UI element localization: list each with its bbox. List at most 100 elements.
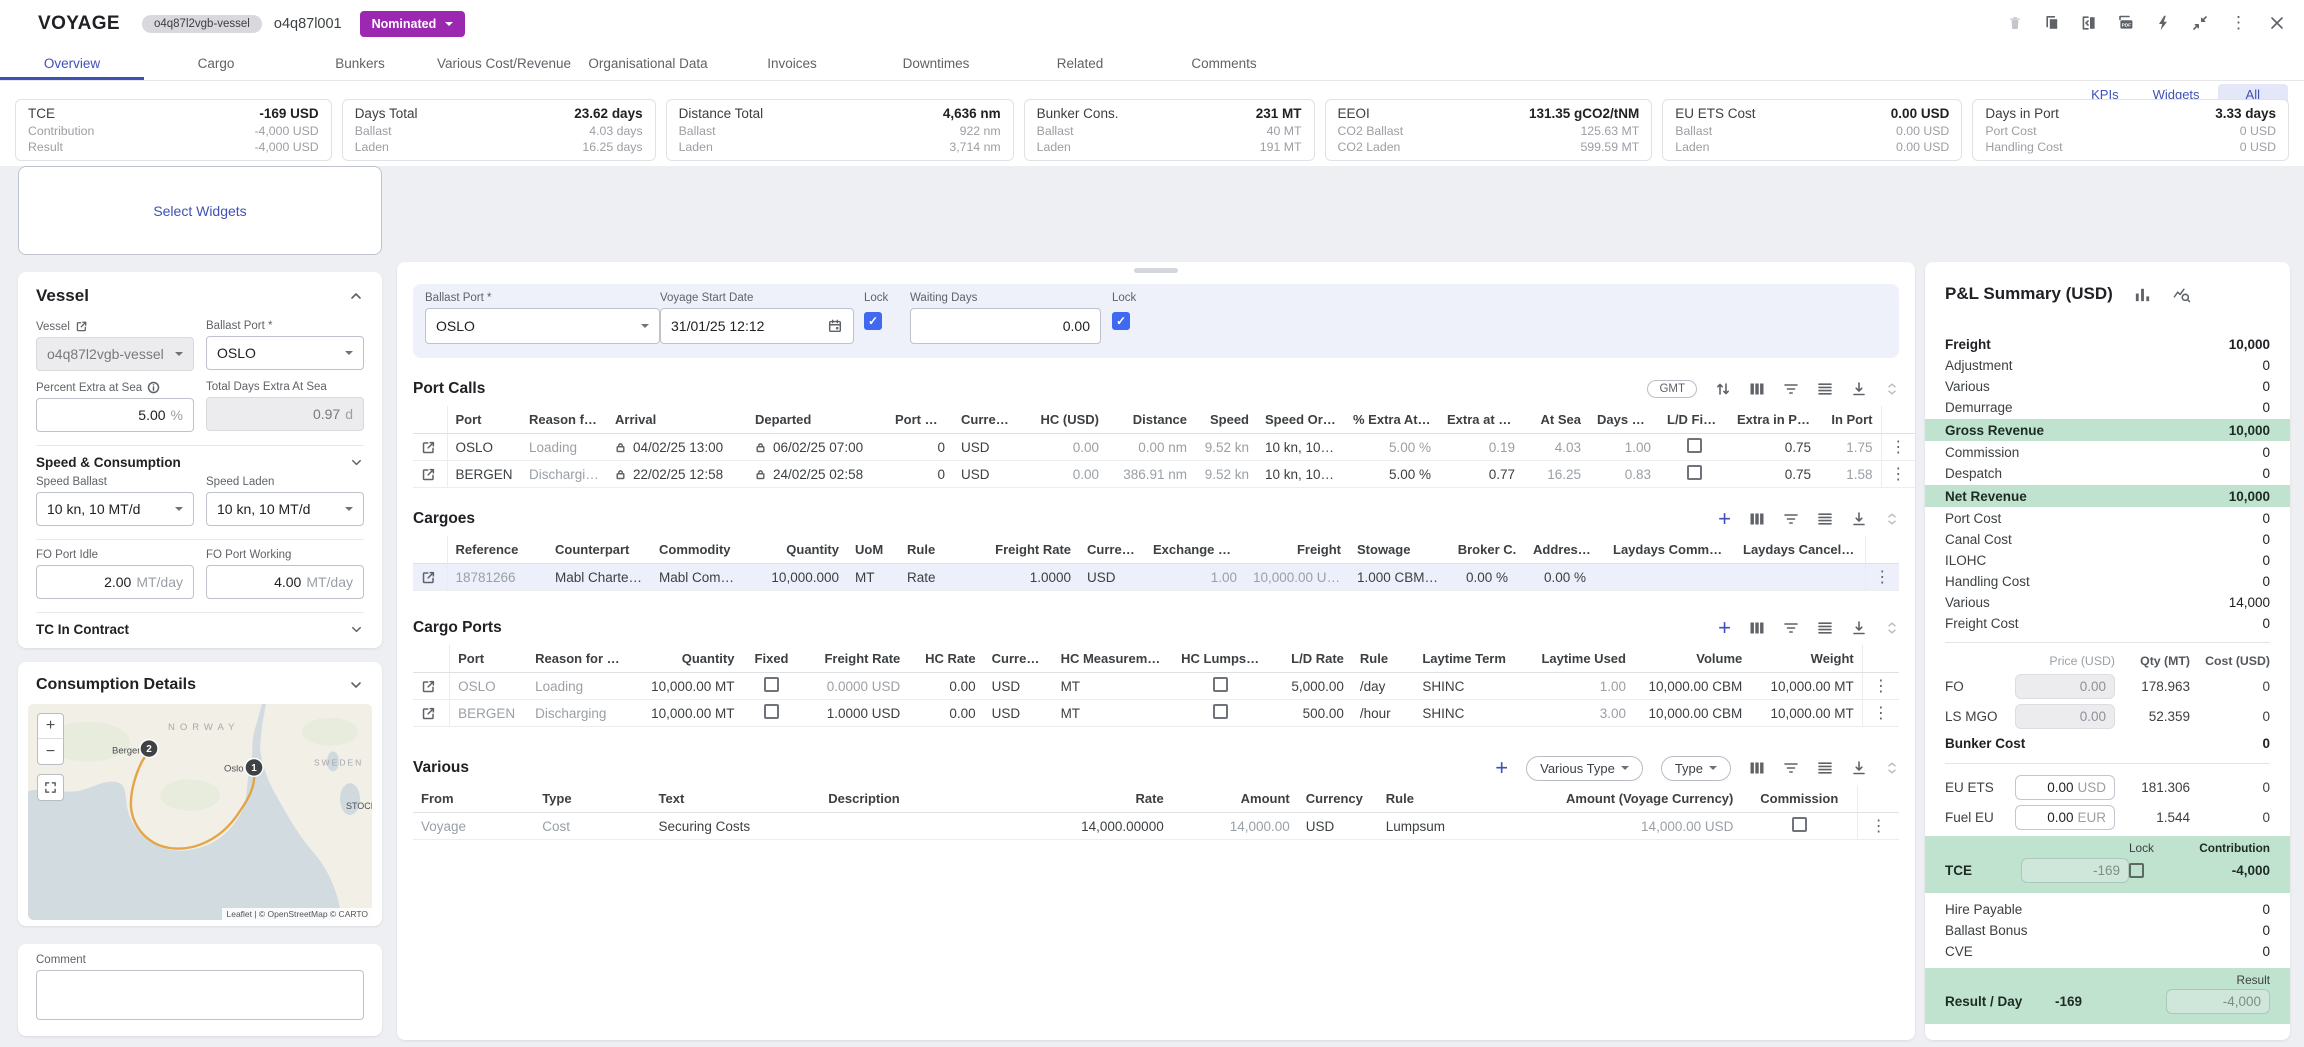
- row-menu-icon[interactable]: ⋮: [1881, 461, 1915, 488]
- speed-ballast-select[interactable]: 10 kn, 10 MT/d: [36, 492, 194, 526]
- row-menu-icon[interactable]: ⋮: [1865, 564, 1899, 591]
- columns-icon[interactable]: [1749, 620, 1765, 636]
- filter-icon[interactable]: [1783, 381, 1799, 397]
- lock-checkbox[interactable]: [1112, 312, 1130, 330]
- sort-icon[interactable]: [1715, 381, 1731, 397]
- calendar-icon[interactable]: [827, 318, 843, 334]
- tab-comments[interactable]: Comments: [1152, 48, 1296, 80]
- density-icon[interactable]: [1817, 620, 1833, 636]
- compare-icon[interactable]: [2080, 14, 2098, 32]
- expand-icon[interactable]: [1885, 382, 1899, 396]
- edit-icon[interactable]: [413, 434, 447, 461]
- tab-overview[interactable]: Overview: [0, 48, 144, 80]
- edit-icon[interactable]: [413, 700, 450, 727]
- density-icon[interactable]: [1817, 511, 1833, 527]
- pdf-icon[interactable]: PDF: [2117, 14, 2135, 32]
- comment-input[interactable]: [36, 970, 364, 1020]
- filter-icon[interactable]: [1783, 760, 1799, 776]
- delete-icon[interactable]: [2006, 14, 2024, 32]
- tce-input[interactable]: -169: [2021, 858, 2129, 883]
- expand-icon[interactable]: [1885, 512, 1899, 526]
- filter-icon[interactable]: [1783, 620, 1799, 636]
- row-menu-icon[interactable]: ⋮: [1862, 700, 1899, 727]
- ballast-port-select[interactable]: OSLO: [206, 336, 364, 370]
- status-dropdown-button[interactable]: Nominated: [360, 11, 466, 37]
- row-menu-icon[interactable]: ⋮: [1862, 673, 1899, 700]
- add-various-button[interactable]: +: [1495, 760, 1508, 776]
- columns-icon[interactable]: [1749, 381, 1765, 397]
- chevron-down-icon[interactable]: [348, 677, 364, 693]
- chevron-down-icon[interactable]: [349, 622, 364, 637]
- download-icon[interactable]: [1851, 620, 1867, 636]
- tce-lock-checkbox[interactable]: [2129, 863, 2144, 878]
- table-row[interactable]: 18781266Mabl Charterer...Mabl Commod...1…: [413, 564, 1899, 591]
- tab-related[interactable]: Related: [1008, 48, 1152, 80]
- download-icon[interactable]: [1851, 511, 1867, 527]
- checkbox[interactable]: [1687, 465, 1702, 480]
- edit-icon[interactable]: [413, 461, 447, 488]
- tab-invoices[interactable]: Invoices: [720, 48, 864, 80]
- table-row[interactable]: OSLOLoading10,000.00 MT0.0000 USD0.00USD…: [413, 673, 1899, 700]
- tab-cargo[interactable]: Cargo: [144, 48, 288, 80]
- fo-price-input[interactable]: 0.00: [2015, 674, 2115, 699]
- add-cargo-port-button[interactable]: +: [1718, 620, 1731, 636]
- checkbox[interactable]: [1687, 438, 1702, 453]
- checkbox[interactable]: [764, 704, 779, 719]
- ls-mgo-price-input[interactable]: 0.00: [2015, 704, 2115, 729]
- row-menu-icon[interactable]: ⋮: [1881, 434, 1915, 461]
- trend-search-icon[interactable]: [2172, 285, 2191, 304]
- table-row[interactable]: BERGENDischarging10,000.00 MT1.0000 USD0…: [413, 700, 1899, 727]
- download-icon[interactable]: [1851, 381, 1867, 397]
- chevron-down-icon[interactable]: [349, 455, 364, 470]
- map[interactable]: NORWAY SWEDEN Bergen Oslo STOCKH 2 1 + −…: [28, 704, 372, 920]
- eu-ets-price-input[interactable]: 0.00 USD: [2015, 775, 2115, 800]
- density-icon[interactable]: [1817, 760, 1833, 776]
- close-icon[interactable]: [2268, 14, 2286, 32]
- map-zoom-out-button[interactable]: −: [38, 739, 63, 764]
- expand-icon[interactable]: [1885, 761, 1899, 775]
- drag-handle[interactable]: [1134, 268, 1178, 273]
- timezone-badge[interactable]: GMT: [1647, 380, 1697, 398]
- open-in-new-icon[interactable]: [75, 320, 88, 333]
- row-menu-icon[interactable]: ⋮: [1858, 813, 1899, 840]
- form-ballast-port-select[interactable]: OSLO: [425, 308, 660, 344]
- bar-chart-icon[interactable]: [2133, 285, 2152, 304]
- table-row[interactable]: BERGENDischarging22/02/25 12:5824/02/25 …: [413, 461, 1915, 488]
- various-type-dropdown[interactable]: Various Type: [1526, 756, 1643, 781]
- fo-port-working-input[interactable]: 4.00MT/day: [206, 565, 364, 599]
- density-icon[interactable]: [1817, 381, 1833, 397]
- result-input[interactable]: -4,000: [2166, 989, 2270, 1014]
- tab-downtimes[interactable]: Downtimes: [864, 48, 1008, 80]
- more-icon[interactable]: ⋮: [2228, 14, 2249, 32]
- chevron-up-icon[interactable]: [348, 288, 364, 304]
- checkbox[interactable]: [1792, 817, 1807, 832]
- checkbox[interactable]: [1213, 704, 1228, 719]
- vessel-select[interactable]: o4q87l2vgb-vessel: [36, 337, 194, 371]
- tab-bunkers[interactable]: Bunkers: [288, 48, 432, 80]
- checkbox[interactable]: [764, 677, 779, 692]
- edit-icon[interactable]: [413, 564, 447, 591]
- tab-organisational-data[interactable]: Organisational Data: [576, 48, 720, 80]
- type-dropdown[interactable]: Type: [1661, 756, 1731, 781]
- automation-icon[interactable]: [2154, 14, 2172, 32]
- tab-various-cost-revenue[interactable]: Various Cost/Revenue: [432, 48, 576, 80]
- map-zoom-in-button[interactable]: +: [38, 714, 63, 739]
- columns-icon[interactable]: [1749, 511, 1765, 527]
- add-cargo-button[interactable]: +: [1718, 511, 1731, 527]
- download-icon[interactable]: [1851, 760, 1867, 776]
- percent-extra-input[interactable]: 5.00%: [36, 398, 194, 432]
- waiting-days-input[interactable]: 0.00: [910, 308, 1101, 344]
- copy-icon[interactable]: [2043, 14, 2061, 32]
- checkbox[interactable]: [1213, 677, 1228, 692]
- collapse-icon[interactable]: [2191, 14, 2209, 32]
- speed-laden-select[interactable]: 10 kn, 10 MT/d: [206, 492, 364, 526]
- start-date-input[interactable]: 31/01/25 12:12: [660, 308, 854, 344]
- select-widgets-button[interactable]: Select Widgets: [18, 166, 382, 255]
- fo-port-idle-input[interactable]: 2.00MT/day: [36, 565, 194, 599]
- expand-icon[interactable]: [1885, 621, 1899, 635]
- info-icon[interactable]: [147, 381, 160, 394]
- filter-icon[interactable]: [1783, 511, 1799, 527]
- table-row[interactable]: VoyageCostSecuring Costs14,000.0000014,0…: [413, 813, 1899, 840]
- lock-checkbox[interactable]: [864, 312, 882, 330]
- table-row[interactable]: OSLOLoading04/02/25 13:0006/02/25 07:000…: [413, 434, 1915, 461]
